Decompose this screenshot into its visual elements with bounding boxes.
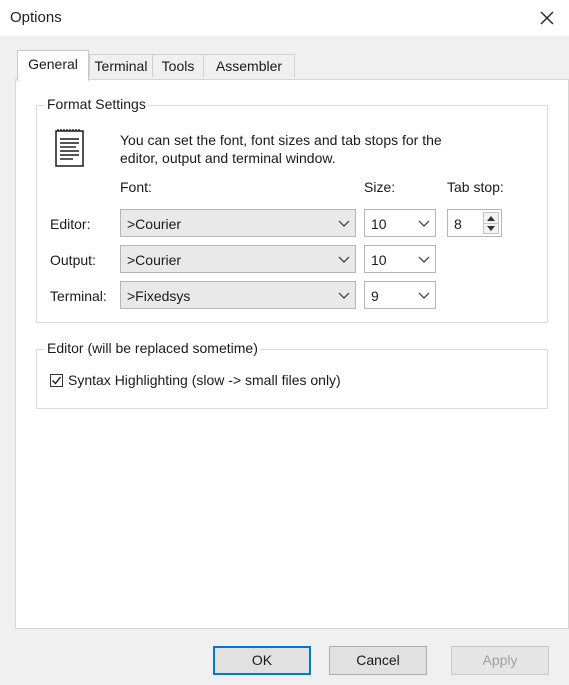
- close-icon[interactable]: [533, 4, 561, 32]
- format-settings-group: Format Settings You can set the font, fo…: [36, 96, 548, 323]
- general-tab-panel: Format Settings You can set the font, fo…: [15, 79, 569, 629]
- tab-stop-header: Tab stop:: [447, 179, 504, 195]
- editor-size-value: 10: [371, 216, 387, 232]
- chevron-down-icon: [337, 253, 351, 267]
- checkmark-icon: [52, 376, 62, 385]
- format-settings-label: Format Settings: [45, 96, 148, 112]
- editor-group: Editor (will be replaced sometime) Synta…: [36, 340, 548, 409]
- cancel-button[interactable]: Cancel: [329, 646, 427, 675]
- tab-stop-value: 8: [454, 216, 462, 232]
- editor-font-value: >Courier: [127, 216, 182, 232]
- terminal-size-select[interactable]: 9: [364, 281, 436, 309]
- chevron-down-icon: [417, 217, 431, 231]
- document-icon: [55, 128, 85, 171]
- size-header: Size:: [364, 179, 396, 195]
- syntax-highlighting-label[interactable]: Syntax Highlighting (slow -> small files…: [68, 372, 341, 388]
- output-font-value: >Courier: [127, 252, 182, 268]
- editor-size-select[interactable]: 10: [364, 209, 436, 237]
- title-bar: Options: [0, 0, 569, 36]
- terminal-font-value: >Fixedsys: [127, 288, 191, 304]
- window-title: Options: [10, 9, 62, 26]
- terminal-size-value: 9: [371, 288, 379, 304]
- tab-general[interactable]: General: [17, 50, 89, 81]
- description-line-2: editor, output and terminal window.: [120, 150, 336, 166]
- ok-button[interactable]: OK: [213, 646, 311, 675]
- editor-group-label: Editor (will be replaced sometime): [45, 340, 260, 356]
- spin-down-icon[interactable]: [487, 226, 495, 232]
- chevron-down-icon: [337, 289, 351, 303]
- output-row-label: Output:: [50, 252, 96, 268]
- tab-assembler[interactable]: Assembler: [203, 54, 295, 77]
- chevron-down-icon: [337, 217, 351, 231]
- tab-terminal[interactable]: Terminal: [89, 54, 153, 77]
- output-size-select[interactable]: 10: [364, 245, 436, 273]
- apply-button[interactable]: Apply: [451, 646, 549, 675]
- output-size-value: 10: [371, 252, 387, 268]
- chevron-down-icon: [417, 289, 431, 303]
- tab-tools[interactable]: Tools: [152, 54, 204, 77]
- terminal-row-label: Terminal:: [50, 288, 107, 304]
- description-line-1: You can set the font, font sizes and tab…: [120, 132, 442, 148]
- output-font-select[interactable]: >Courier: [120, 245, 356, 273]
- chevron-down-icon: [417, 253, 431, 267]
- syntax-highlighting-checkbox[interactable]: [50, 374, 63, 387]
- editor-font-select[interactable]: >Courier: [120, 209, 356, 237]
- editor-row-label: Editor:: [50, 216, 91, 232]
- spin-up-icon[interactable]: [487, 215, 495, 221]
- terminal-font-select[interactable]: >Fixedsys: [120, 281, 356, 309]
- editor-tab-stop-spinner[interactable]: 8: [447, 209, 502, 237]
- spin-buttons[interactable]: [483, 212, 499, 234]
- font-header: Font:: [120, 179, 152, 195]
